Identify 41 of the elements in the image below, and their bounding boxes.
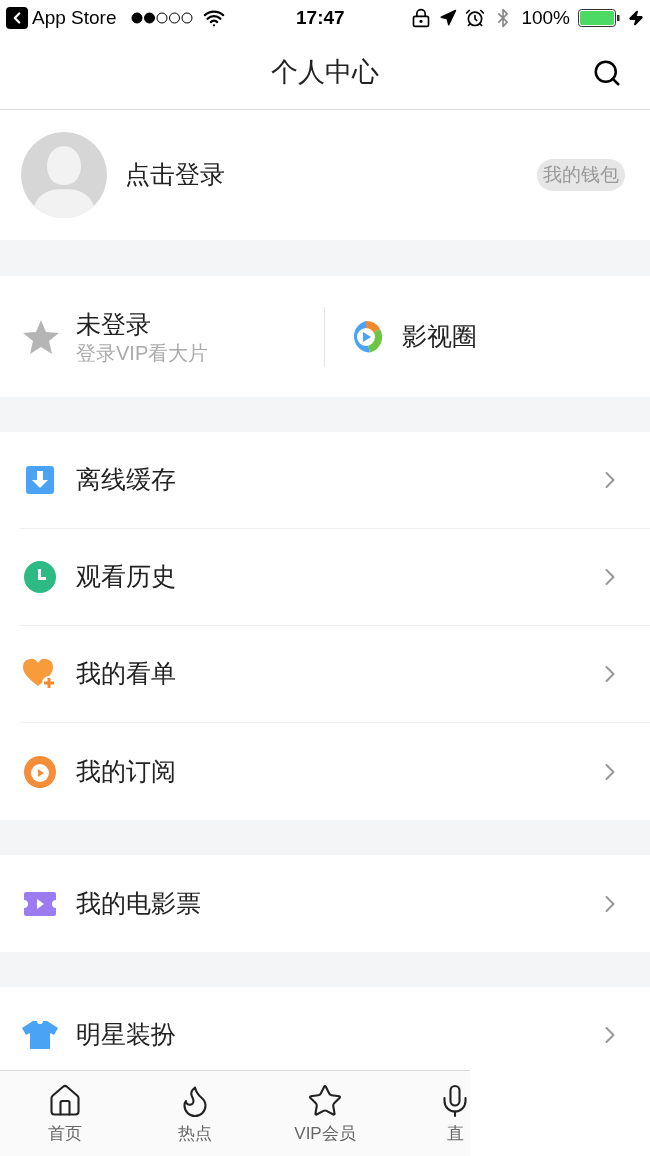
menu-item[interactable]: 观看历史: [20, 529, 650, 626]
tab-item[interactable]: 热点: [130, 1071, 260, 1147]
clock-icon: [23, 560, 57, 594]
menu-label: 离线缓存: [76, 464, 176, 496]
alarm-icon: [465, 8, 486, 28]
tab-item[interactable]: 直: [390, 1071, 520, 1147]
menu-item[interactable]: 离线缓存: [20, 432, 650, 529]
star-icon: [307, 1083, 343, 1119]
location-icon: [439, 9, 458, 27]
battery-icon: [578, 9, 620, 27]
menu-item[interactable]: 明星装扮: [20, 987, 650, 1068]
play-badge-icon: [23, 754, 57, 789]
page-title: 个人中心: [271, 56, 379, 90]
vip-status[interactable]: 未登录: [76, 307, 209, 340]
star-icon: [22, 318, 60, 355]
menu-item[interactable]: 我的看单: [20, 626, 650, 723]
menu-item[interactable]: 我的订阅: [20, 723, 650, 820]
signal-icon: [130, 12, 193, 24]
menu-label: 我的订阅: [76, 755, 176, 787]
tab-item[interactable]: 首页: [0, 1071, 130, 1147]
search-icon[interactable]: [592, 58, 622, 88]
charging-icon: [628, 10, 644, 26]
home-icon: [47, 1083, 83, 1119]
wifi-icon: [202, 7, 225, 29]
menu-label: 我的看单: [76, 658, 176, 690]
login-prompt[interactable]: 点击登录: [125, 156, 225, 194]
menu-label: 我的电影票: [76, 887, 201, 919]
menu-item[interactable]: 我的电影票: [20, 855, 650, 952]
rotation-lock-icon: [411, 8, 432, 28]
status-time: 17:47: [296, 5, 346, 30]
shirt-icon: [21, 1019, 59, 1050]
battery-percent: 100%: [521, 5, 570, 30]
back-icon[interactable]: [6, 7, 28, 29]
menu-label: 明星装扮: [76, 1018, 176, 1050]
menu-label: 观看历史: [76, 561, 176, 593]
download-icon: [24, 464, 56, 496]
ticket-icon: [23, 889, 57, 918]
tab-item[interactable]: VIP会员: [260, 1071, 390, 1147]
back-app-label[interactable]: App Store: [32, 3, 117, 33]
vip-subtitle: 登录VIP看大片: [76, 340, 209, 366]
video-circle-link[interactable]: 影视圈: [402, 317, 477, 356]
